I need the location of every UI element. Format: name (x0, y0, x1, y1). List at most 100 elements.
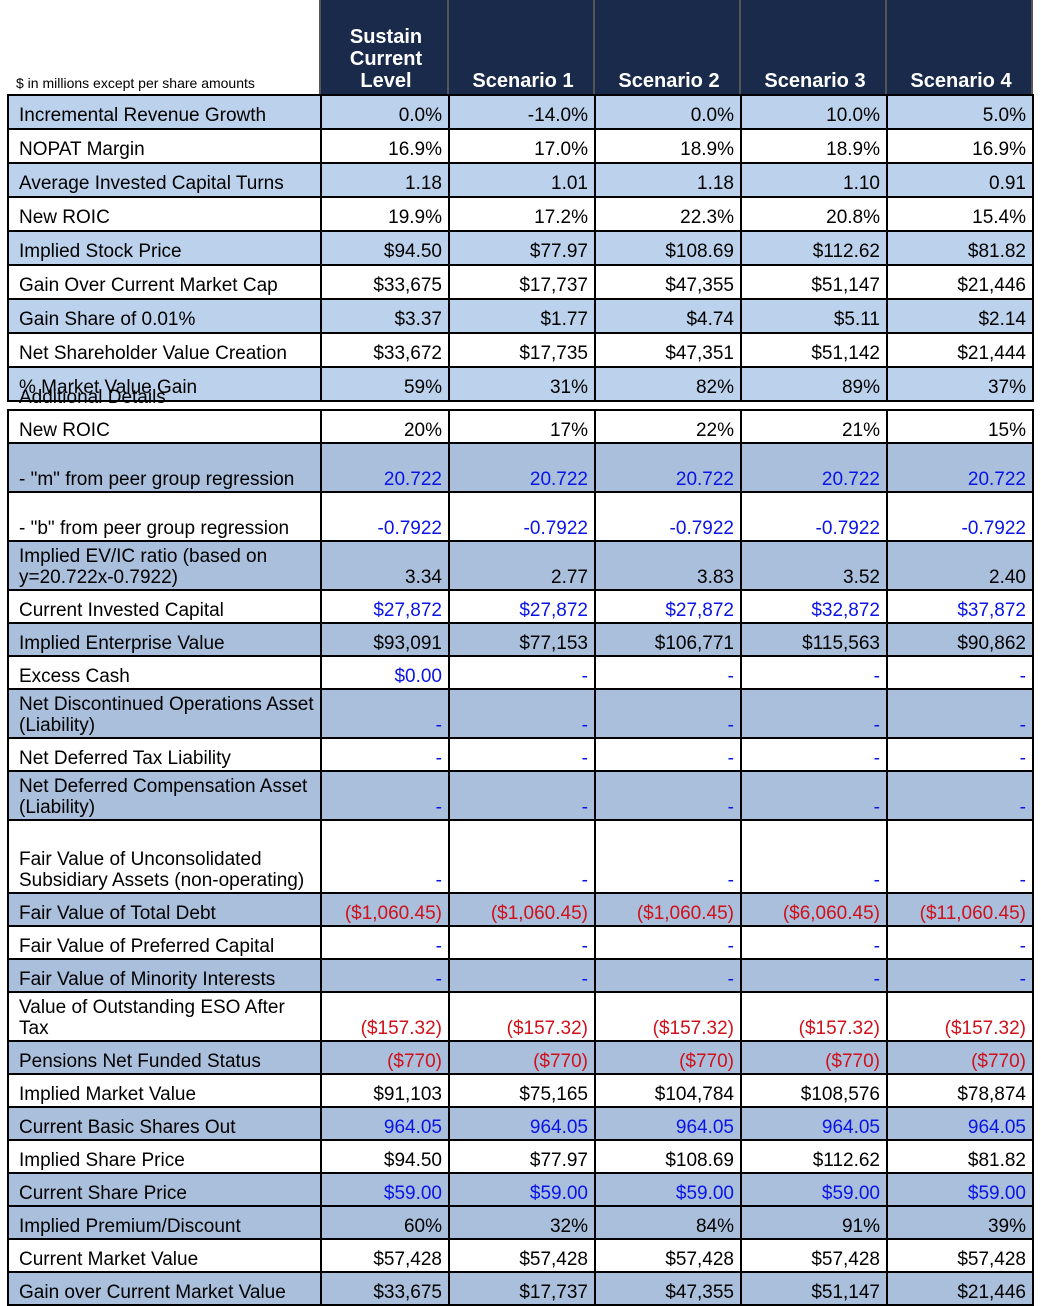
table-row: NOPAT Margin 16.9% 17.0% 18.9% 18.9% 16.9% (7, 128, 1034, 164)
cell-value: - (594, 770, 742, 821)
table-row: New ROIC 20% 17% 22% 21% 15% (7, 409, 1034, 444)
table-row: New ROIC 19.9% 17.2% 22.3% 20.8% 15.4% (7, 196, 1034, 232)
cell-value: $27,872 (594, 589, 742, 624)
cell-value: 964.05 (448, 1106, 596, 1141)
cell-value: $78,874 (886, 1073, 1034, 1108)
row-label: Value of Outstanding ESO After Tax (7, 991, 322, 1042)
cell-value: $1.77 (448, 298, 596, 334)
row-label: Implied Share Price (7, 1139, 322, 1174)
cell-value: ($6,060.45) (740, 892, 888, 927)
cell-value: 2.40 (886, 540, 1034, 591)
cell-value: 15.4% (886, 196, 1034, 232)
column-header-row: $ in millions except per share amounts S… (7, 0, 1033, 94)
cell-value: 964.05 (320, 1106, 450, 1141)
cell-value: $57,428 (320, 1238, 450, 1273)
cell-value: $51,147 (740, 1271, 888, 1306)
cell-value: $77.97 (448, 1139, 596, 1174)
cell-value: ($1,060.45) (594, 892, 742, 927)
cell-value: 32% (448, 1205, 596, 1240)
cell-value: - (594, 655, 742, 690)
cell-value: - (448, 737, 596, 772)
cell-value: -0.7922 (740, 491, 888, 542)
cell-value: $57,428 (448, 1238, 596, 1273)
table-row: - "m" from peer group regression 20.722 20… (7, 442, 1034, 493)
cell-value: - (448, 819, 596, 894)
row-label: Fair Value of Total Debt (7, 892, 322, 927)
column-header-scenario-3: Scenario 3 (739, 0, 887, 94)
cell-value: 17% (448, 409, 596, 444)
cell-value: - (448, 958, 596, 993)
cell-value: $108.69 (594, 230, 742, 266)
row-label: Net Deferred Tax Liability (7, 737, 322, 772)
cell-value: - (594, 819, 742, 894)
cell-value: $47,355 (594, 1271, 742, 1306)
cell-value: ($157.32) (740, 991, 888, 1042)
cell-value: $33,675 (320, 1271, 450, 1306)
table-row: Current Basic Shares Out 964.05 964.05 964.… (7, 1106, 1034, 1141)
cell-value: - (886, 925, 1034, 960)
table-row: Excess Cash $0.00- - - - (7, 655, 1034, 690)
cell-value: 20.722 (594, 442, 742, 493)
table-row: Fair Value of Total Debt ($1,060.45) ($1,0… (7, 892, 1034, 927)
cell-value: - (448, 770, 596, 821)
cell-value: $33,672 (320, 332, 450, 368)
cell-value: - (740, 770, 888, 821)
cell-value: 10.0% (740, 94, 888, 130)
cell-value: $91,103 (320, 1073, 450, 1108)
cell-value: $75,165 (448, 1073, 596, 1108)
row-label: Fair Value of Preferred Capital (7, 925, 322, 960)
row-label: Implied Enterprise Value (7, 622, 322, 657)
cell-value: $17,737 (448, 1271, 596, 1306)
cell-value: - (886, 688, 1034, 739)
cell-value: 5.0% (886, 94, 1034, 130)
cell-value: 1.18 (320, 162, 450, 198)
cell-value: 31% (448, 366, 596, 402)
table-row: Implied Premium/Discount 60% 32% 84% 91% 39% (7, 1205, 1034, 1240)
row-label: Implied EV/IC ratio (based on y=20.722x-… (7, 540, 322, 591)
cell-value: $59.00 (448, 1172, 596, 1207)
cell-value: $93,091 (320, 622, 450, 657)
table-row: Implied Stock Price $94.50 $77.97 $108.69 $1… (7, 230, 1034, 266)
cell-value: ($11,060.45) (886, 892, 1034, 927)
row-label: Gain over Current Market Value (7, 1271, 322, 1306)
cell-value: 20% (320, 409, 450, 444)
table-row: Implied EV/IC ratio (based on y=20.722x-… (7, 540, 1034, 591)
table-row: - "b" from peer group regression -0.7922-… (7, 491, 1034, 542)
cell-value: - (448, 925, 596, 960)
cell-value: -0.7922 (320, 491, 450, 542)
cell-value: 20.722 (740, 442, 888, 493)
row-label: Gain Share of 0.01% (7, 298, 322, 334)
table-row: Implied Share Price $94.50 $77.97 $108.69 $1… (7, 1139, 1034, 1174)
cell-value: 15% (886, 409, 1034, 444)
table-row: Implied Enterprise Value $93,091 $77,153 $1… (7, 622, 1034, 657)
cell-value: $108.69 (594, 1139, 742, 1174)
cell-value: ($770) (594, 1040, 742, 1075)
cell-value: 20.8% (740, 196, 888, 232)
table-row: Fair Value of Minority Interests - - - - - (7, 958, 1034, 993)
table-row: Net Discontinued Operations Asset (Liabi… (7, 688, 1034, 739)
column-header-scenario-1: Scenario 1 (447, 0, 595, 94)
table-row: Pensions Net Funded Status ($770) ($770) ($… (7, 1040, 1034, 1075)
row-label: NOPAT Margin (7, 128, 322, 164)
cell-value: - (594, 737, 742, 772)
row-label: - "b" from peer group regression (7, 491, 322, 542)
row-label: Fair Value of Minority Interests (7, 958, 322, 993)
cell-value: 91% (740, 1205, 888, 1240)
table-row: Current Share Price $59.00 $59.00 $59.00 $59… (7, 1172, 1034, 1207)
cell-value: 16.9% (886, 128, 1034, 164)
row-label: Net Deferred Compensation Asset (Liabili… (7, 770, 322, 821)
cell-value: $94.50 (320, 230, 450, 266)
cell-value: $51,142 (740, 332, 888, 368)
row-label: New ROIC (7, 196, 322, 232)
row-label: Implied Market Value (7, 1073, 322, 1108)
row-label: Gain Over Current Market Cap (7, 264, 322, 300)
cell-value: $51,147 (740, 264, 888, 300)
row-label: Net Shareholder Value Creation (7, 332, 322, 368)
cell-value: 18.9% (594, 128, 742, 164)
cell-value: $90,862 (886, 622, 1034, 657)
cell-value: 964.05 (886, 1106, 1034, 1141)
cell-value: - (886, 770, 1034, 821)
table-row: Net Deferred Compensation Asset (Liabili… (7, 770, 1034, 821)
cell-value: 964.05 (594, 1106, 742, 1141)
cell-value: -14.0% (448, 94, 596, 130)
